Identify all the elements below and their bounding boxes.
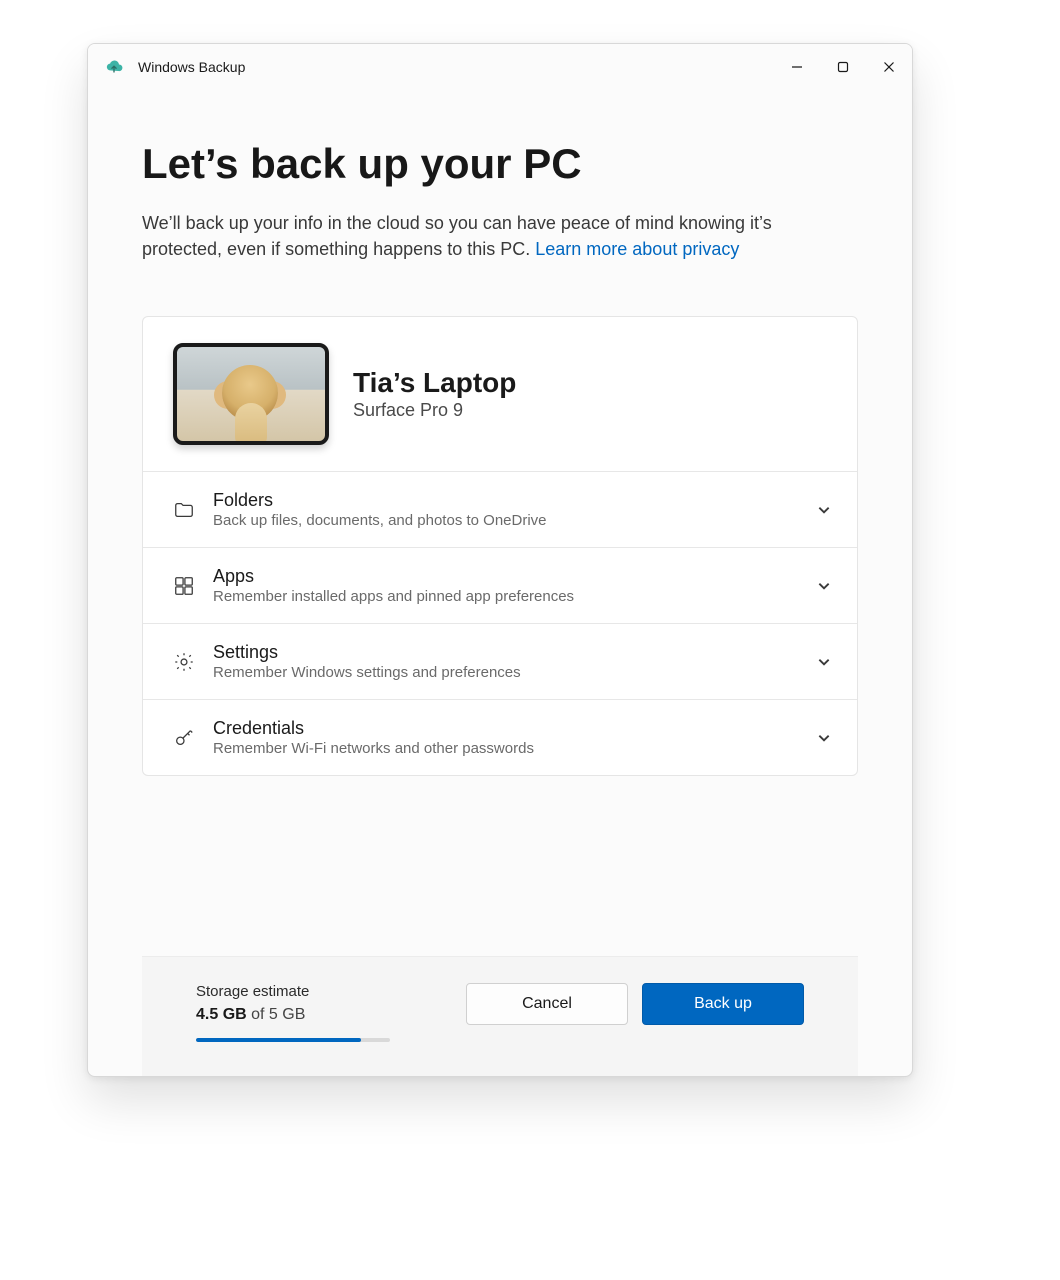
device-row: Tia’s Laptop Surface Pro 9 xyxy=(143,317,857,471)
section-credentials[interactable]: Credentials Remember Wi-Fi networks and … xyxy=(143,699,857,775)
backup-button[interactable]: Back up xyxy=(642,983,804,1025)
backup-card: Tia’s Laptop Surface Pro 9 Folders Back … xyxy=(142,316,858,776)
device-name: Tia’s Laptop xyxy=(353,368,516,399)
gear-icon xyxy=(173,651,195,673)
device-model: Surface Pro 9 xyxy=(353,400,516,421)
section-subtitle: Remember installed apps and pinned app p… xyxy=(213,588,797,605)
section-text: Folders Back up files, documents, and ph… xyxy=(213,490,797,529)
minimize-button[interactable] xyxy=(774,44,820,90)
storage-used: 4.5 GB xyxy=(196,1006,247,1023)
page-title: Let’s back up your PC xyxy=(142,140,858,188)
content: Let’s back up your PC We’ll back up your… xyxy=(88,90,912,1076)
chevron-down-icon xyxy=(815,729,833,747)
section-subtitle: Back up files, documents, and photos to … xyxy=(213,512,797,529)
app-title: Windows Backup xyxy=(138,59,245,75)
titlebar-left: Windows Backup xyxy=(104,57,245,77)
footer-actions: Cancel Back up xyxy=(466,983,804,1025)
device-info: Tia’s Laptop Surface Pro 9 xyxy=(353,368,516,422)
footer: Storage estimate 4.5 GB of 5 GB Cancel B… xyxy=(142,956,858,1076)
storage-progress xyxy=(196,1038,390,1042)
close-button[interactable] xyxy=(866,44,912,90)
apps-icon xyxy=(173,575,195,597)
storage-total: 5 GB xyxy=(269,1006,305,1023)
section-text: Apps Remember installed apps and pinned … xyxy=(213,566,797,605)
section-title: Folders xyxy=(213,490,797,511)
section-text: Settings Remember Windows settings and p… xyxy=(213,642,797,681)
chevron-down-icon xyxy=(815,577,833,595)
page-description: We’ll back up your info in the cloud so … xyxy=(142,210,842,262)
storage-label: Storage estimate xyxy=(196,983,390,1000)
chevron-down-icon xyxy=(815,653,833,671)
section-title: Credentials xyxy=(213,718,797,739)
storage-estimate: Storage estimate 4.5 GB of 5 GB xyxy=(196,983,390,1042)
section-settings[interactable]: Settings Remember Windows settings and p… xyxy=(143,623,857,699)
storage-of: of xyxy=(247,1006,269,1023)
folder-icon xyxy=(173,499,195,521)
chevron-down-icon xyxy=(815,501,833,519)
section-title: Settings xyxy=(213,642,797,663)
storage-value: 4.5 GB of 5 GB xyxy=(196,1006,390,1024)
device-thumbnail xyxy=(173,343,329,445)
section-subtitle: Remember Windows settings and preference… xyxy=(213,664,797,681)
app-window: Windows Backup Let’s back up your PC We’… xyxy=(87,43,913,1077)
storage-progress-fill xyxy=(196,1038,361,1042)
maximize-button[interactable] xyxy=(820,44,866,90)
titlebar: Windows Backup xyxy=(88,44,912,90)
cloud-backup-icon xyxy=(104,57,124,77)
section-folders[interactable]: Folders Back up files, documents, and ph… xyxy=(143,471,857,547)
section-text: Credentials Remember Wi-Fi networks and … xyxy=(213,718,797,757)
cancel-button[interactable]: Cancel xyxy=(466,983,628,1025)
section-apps[interactable]: Apps Remember installed apps and pinned … xyxy=(143,547,857,623)
key-icon xyxy=(173,727,195,749)
section-subtitle: Remember Wi-Fi networks and other passwo… xyxy=(213,740,797,757)
section-title: Apps xyxy=(213,566,797,587)
privacy-link[interactable]: Learn more about privacy xyxy=(535,239,739,259)
window-controls xyxy=(774,44,912,90)
